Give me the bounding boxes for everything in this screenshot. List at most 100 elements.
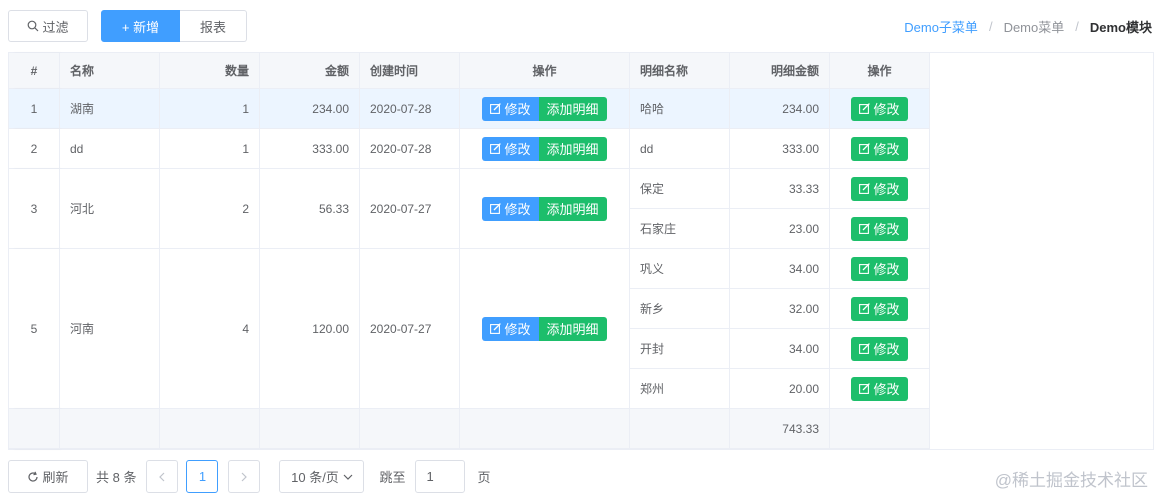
refresh-label: 刷新	[42, 470, 69, 485]
cell-detail-name: 开封	[630, 329, 730, 369]
chevron-down-icon	[343, 474, 353, 480]
cell-detail-amount: 33.33	[730, 169, 830, 209]
page-size-select[interactable]: 10 条/页	[279, 460, 365, 493]
breadcrumb-item-demo-module: Demo模块	[1089, 20, 1152, 35]
cell-qty: 2	[160, 169, 260, 249]
cell-index: 3	[9, 169, 60, 249]
cell-detail-name: 巩义	[630, 249, 730, 289]
header-qty: 数量	[160, 53, 260, 89]
jump-label: 跳至	[379, 470, 406, 485]
page-unit-label: 页	[477, 470, 491, 485]
refresh-button[interactable]: 刷新	[8, 460, 88, 493]
cell-detail-amount: 34.00	[730, 329, 830, 369]
add-detail-button[interactable]: 添加明细	[538, 196, 607, 221]
cell-detail-ops: 修改	[830, 209, 930, 249]
cell-detail-ops: 修改	[830, 129, 930, 169]
detail-edit-button[interactable]: 修改	[851, 296, 908, 321]
filter-label: 过滤	[42, 19, 69, 35]
page-number[interactable]: 1	[186, 460, 219, 493]
chevron-left-icon	[159, 472, 165, 481]
cell-name: 湖南	[60, 89, 160, 129]
data-table: # 名称 数量 金额 创建时间 操作 明细名称 明细金额 操作 1 湖南 1 2…	[8, 52, 1154, 450]
cell-amount: 120.00	[260, 249, 360, 409]
header-amount: 金额	[260, 53, 360, 89]
cell-created: 2020-07-28	[360, 129, 460, 169]
cell-ops: 修改 添加明细	[460, 249, 630, 409]
watermark: @稀土掘金技术社区	[994, 471, 1148, 490]
header-detail-amount: 明细金额	[730, 53, 830, 89]
cell-amount: 234.00	[260, 89, 360, 129]
breadcrumb-separator: /	[1075, 19, 1079, 34]
header-detail-ops: 操作	[830, 53, 930, 89]
edit-icon	[859, 303, 871, 314]
jump-input[interactable]: 1	[415, 460, 466, 493]
cell-detail-amount: 34.00	[730, 249, 830, 289]
footer-cell	[360, 409, 460, 449]
cell-detail-name: dd	[630, 129, 730, 169]
add-detail-button[interactable]: 添加明细	[538, 316, 607, 341]
edit-button[interactable]: 修改	[482, 196, 539, 221]
cell-detail-amount: 32.00	[730, 289, 830, 329]
header-name: 名称	[60, 53, 160, 89]
footer-cell	[60, 409, 160, 449]
cell-name: dd	[60, 129, 160, 169]
cell-qty: 1	[160, 129, 260, 169]
cell-detail-ops: 修改	[830, 289, 930, 329]
cell-detail-name: 保定	[630, 169, 730, 209]
edit-icon	[490, 323, 502, 334]
breadcrumb: Demo子菜单 / Demo菜单 / Demo模块	[904, 17, 1152, 36]
detail-edit-button[interactable]: 修改	[851, 336, 908, 361]
header-detail-name: 明细名称	[630, 53, 730, 89]
prev-page-button[interactable]	[146, 460, 179, 493]
edit-icon	[859, 183, 871, 194]
add-button[interactable]: + 新增	[101, 10, 180, 42]
cell-detail-ops: 修改	[830, 89, 930, 129]
cell-created: 2020-07-27	[360, 169, 460, 249]
footer-cell	[260, 409, 360, 449]
refresh-icon	[27, 471, 39, 483]
cell-detail-ops: 修改	[830, 249, 930, 289]
footer-cell	[160, 409, 260, 449]
add-detail-button[interactable]: 添加明细	[538, 136, 607, 161]
cell-amount: 333.00	[260, 129, 360, 169]
edit-button[interactable]: 修改	[482, 136, 539, 161]
edit-icon	[859, 223, 871, 234]
edit-button[interactable]: 修改	[482, 316, 539, 341]
breadcrumb-item-demo-submenu[interactable]: Demo子菜单	[904, 17, 978, 36]
footer-cell	[830, 409, 930, 449]
edit-icon	[859, 383, 871, 394]
cell-index: 1	[9, 89, 60, 129]
cell-ops: 修改 添加明细	[460, 89, 630, 129]
detail-edit-button[interactable]: 修改	[851, 136, 908, 161]
edit-icon	[859, 343, 871, 354]
detail-edit-button[interactable]: 修改	[851, 216, 908, 241]
filter-button[interactable]: 过滤	[8, 10, 88, 42]
detail-edit-button[interactable]: 修改	[851, 256, 908, 281]
cell-created: 2020-07-27	[360, 249, 460, 409]
cell-detail-name: 石家庄	[630, 209, 730, 249]
cell-name: 河北	[60, 169, 160, 249]
cell-detail-name: 哈哈	[630, 89, 730, 129]
cell-detail-name: 郑州	[630, 369, 730, 409]
footer-cell	[630, 409, 730, 449]
cell-qty: 4	[160, 249, 260, 409]
detail-edit-button[interactable]: 修改	[851, 176, 908, 201]
cell-ops: 修改 添加明细	[460, 129, 630, 169]
footer-total: 743.33	[730, 409, 830, 449]
pagination: 刷新 共 8 条 1 10 条/页 跳至 1 页	[8, 460, 491, 493]
cell-detail-amount: 23.00	[730, 209, 830, 249]
breadcrumb-separator: /	[988, 19, 993, 34]
cell-detail-amount: 333.00	[730, 129, 830, 169]
action-button-group: + 新增 报表	[101, 10, 247, 42]
header-ops: 操作	[460, 53, 630, 89]
toolbar: 过滤 + 新增 报表	[8, 10, 247, 42]
add-detail-button[interactable]: 添加明细	[538, 96, 607, 121]
cell-detail-ops: 修改	[830, 169, 930, 209]
breadcrumb-item-demo-menu[interactable]: Demo菜单	[1004, 17, 1065, 36]
detail-edit-button[interactable]: 修改	[851, 96, 908, 121]
report-button[interactable]: 报表	[180, 10, 247, 42]
cell-name: 河南	[60, 249, 160, 409]
next-page-button[interactable]	[228, 460, 261, 493]
edit-button[interactable]: 修改	[482, 96, 539, 121]
detail-edit-button[interactable]: 修改	[851, 376, 908, 401]
